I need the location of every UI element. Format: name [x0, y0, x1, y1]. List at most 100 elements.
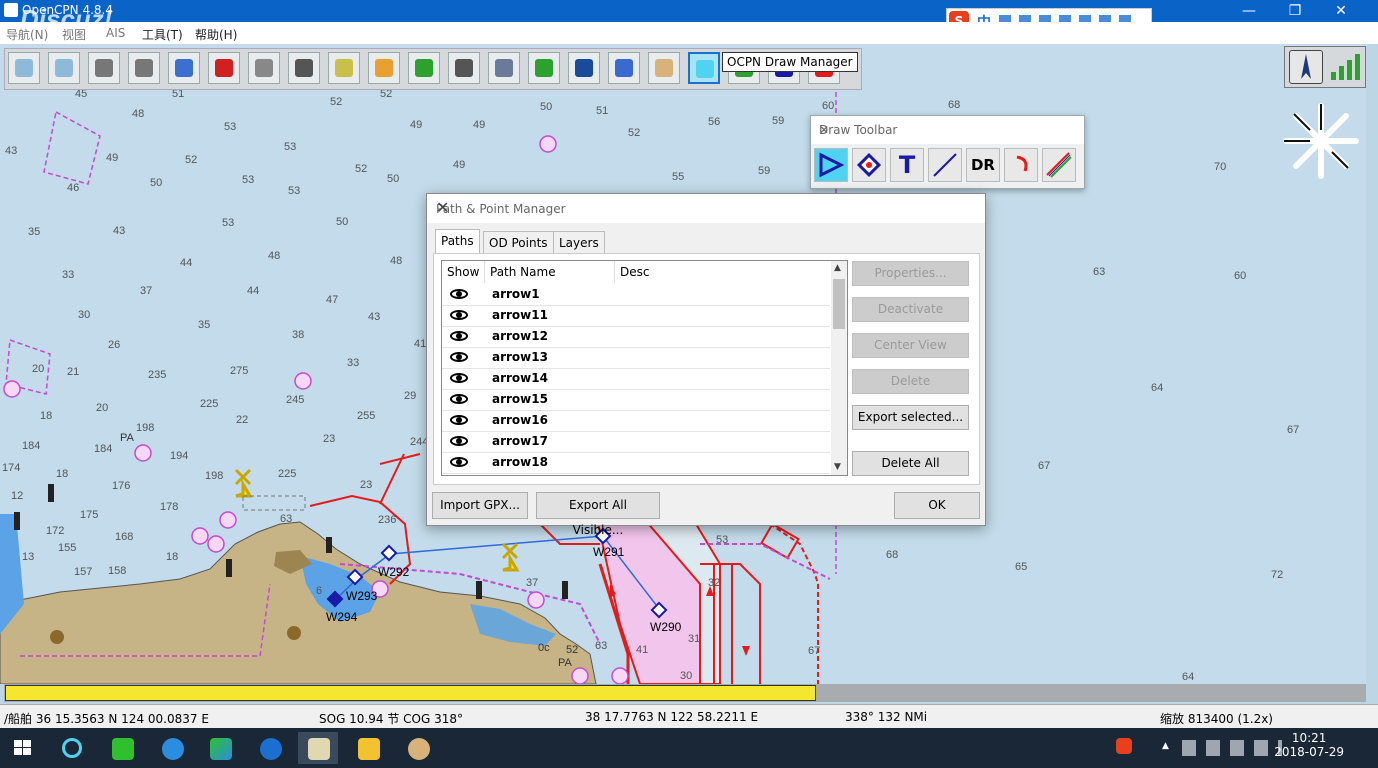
- eye-icon[interactable]: [450, 394, 468, 404]
- scroll-thumb[interactable]: [833, 279, 845, 329]
- zoom-in-icon: [15, 59, 33, 77]
- tab-paths[interactable]: Paths: [435, 229, 480, 255]
- life-ring-button[interactable]: [648, 52, 680, 84]
- draw-manager-button[interactable]: [688, 52, 720, 84]
- waypoint-w292[interactable]: W292: [378, 565, 409, 579]
- menu-navigate[interactable]: 导航(N): [6, 26, 48, 43]
- start-button[interactable]: [2, 732, 42, 764]
- waypoint-w294[interactable]: W294: [326, 610, 357, 624]
- scroll-up-icon[interactable]: ▲: [834, 263, 841, 273]
- path-row[interactable]: arrow16: [442, 410, 830, 432]
- path-row[interactable]: arrow1: [442, 284, 830, 306]
- opencpn-icon: [308, 738, 330, 760]
- taskbar-paint[interactable]: [398, 732, 438, 764]
- column-show[interactable]: Show: [442, 261, 485, 283]
- close-button[interactable]: ✕: [1318, 0, 1364, 22]
- path-row[interactable]: arrow17: [442, 431, 830, 453]
- draw-line-button[interactable]: [928, 148, 962, 182]
- route-button[interactable]: [168, 52, 200, 84]
- taskbar-sogou[interactable]: [250, 732, 290, 764]
- waypoint-w290[interactable]: W290: [650, 620, 681, 634]
- draw-toolbar-close-button[interactable]: ✕: [819, 123, 1076, 137]
- draw-toolbar-header[interactable]: Draw Toolbar ✕: [811, 116, 1084, 144]
- maximize-button[interactable]: ❐: [1272, 0, 1318, 22]
- path-row[interactable]: arrow12: [442, 326, 830, 348]
- list-scrollbar[interactable]: ▲ ▼: [831, 261, 847, 475]
- path-row[interactable]: arrow14: [442, 368, 830, 390]
- menu-view[interactable]: 视图: [62, 26, 86, 43]
- taskbar-search[interactable]: [52, 732, 92, 764]
- draw-dr-button[interactable]: DR: [966, 148, 1000, 182]
- taskbar-iqiyi[interactable]: [102, 732, 142, 764]
- help-button[interactable]: [608, 52, 640, 84]
- taskbar-ie[interactable]: [152, 732, 192, 764]
- eye-icon[interactable]: [450, 436, 468, 446]
- export-selected-button[interactable]: Export selected...: [852, 405, 969, 430]
- export-all-visible-button[interactable]: Export All Visible...: [536, 492, 660, 537]
- scale-out-button[interactable]: [128, 52, 160, 84]
- column-desc[interactable]: Desc: [615, 261, 820, 283]
- eye-icon[interactable]: [450, 331, 468, 341]
- properties-button[interactable]: Properties...: [852, 261, 969, 286]
- taskbar-opencpn[interactable]: [298, 732, 338, 764]
- chart-quilting-button[interactable]: [568, 52, 600, 84]
- measure-button[interactable]: [248, 52, 280, 84]
- path-row[interactable]: arrow11: [442, 305, 830, 327]
- depth-sounding: 49: [106, 152, 119, 164]
- draw-arc-button[interactable]: [1004, 148, 1038, 182]
- eye-icon[interactable]: [450, 415, 468, 425]
- waypoint-w291[interactable]: W291: [593, 545, 624, 559]
- eye-icon[interactable]: [450, 310, 468, 320]
- zoom-out-button[interactable]: [48, 52, 80, 84]
- track-button[interactable]: [208, 52, 240, 84]
- delete-all-button[interactable]: Delete All: [852, 451, 969, 476]
- taskbar-media-player[interactable]: [200, 732, 240, 764]
- eye-icon[interactable]: [450, 289, 468, 299]
- clock[interactable]: 10:21 2018-07-29: [1274, 731, 1344, 759]
- dialog-close-button[interactable]: ✕: [436, 198, 975, 217]
- menu-tools[interactable]: 工具(T): [142, 26, 183, 43]
- draw-text-button[interactable]: T: [890, 148, 924, 182]
- tab-od-points[interactable]: OD Points: [483, 231, 554, 254]
- ais-button[interactable]: [528, 52, 560, 84]
- print-button[interactable]: [448, 52, 480, 84]
- delete-button[interactable]: Delete: [852, 369, 969, 394]
- waypoint-w293[interactable]: W293: [346, 589, 377, 603]
- column-path-name[interactable]: Path Name: [485, 261, 615, 283]
- dialog-header[interactable]: Path & Point Manager ✕: [427, 194, 985, 223]
- import-gpx-button[interactable]: Import GPX...: [432, 492, 528, 519]
- guard-zone-icon: [1046, 152, 1072, 178]
- taskbar-file-explorer[interactable]: [348, 732, 388, 764]
- paths-list[interactable]: Show Path Name Desc arrow1 arrow11 arrow12…: [441, 260, 848, 476]
- settings-button[interactable]: [488, 52, 520, 84]
- menu-ais[interactable]: AIS: [106, 26, 125, 40]
- waypoint-button[interactable]: [368, 52, 400, 84]
- eye-icon[interactable]: [450, 352, 468, 362]
- path-row[interactable]: arrow13: [442, 347, 830, 369]
- menu-help[interactable]: 帮助(H): [195, 26, 237, 43]
- tide-button[interactable]: [408, 52, 440, 84]
- scroll-down-icon[interactable]: ▼: [834, 462, 841, 472]
- path-row[interactable]: arrow15: [442, 389, 830, 411]
- draw-guard-zone-button[interactable]: [1042, 148, 1076, 182]
- depth-sounding: 174: [2, 462, 21, 474]
- depth-sounding: 47: [326, 294, 339, 306]
- tray-expand-icon[interactable]: ▲: [1162, 741, 1169, 751]
- zoom-in-button[interactable]: [8, 52, 40, 84]
- tab-layers[interactable]: Layers: [553, 231, 605, 254]
- mark-button[interactable]: [328, 52, 360, 84]
- path-row[interactable]: arrow18: [442, 452, 830, 474]
- compass-icon[interactable]: [1289, 50, 1323, 84]
- scale-in-button[interactable]: [88, 52, 120, 84]
- eye-icon[interactable]: [450, 373, 468, 383]
- ok-button[interactable]: OK: [894, 492, 980, 519]
- draw-path-button[interactable]: [814, 148, 848, 182]
- minimize-button[interactable]: —: [1226, 0, 1272, 22]
- draw-point-button[interactable]: [852, 148, 886, 182]
- eye-icon[interactable]: [450, 457, 468, 467]
- center-view-button[interactable]: Center View: [852, 333, 969, 358]
- tray-sogou[interactable]: [1114, 732, 1136, 764]
- text-button[interactable]: [288, 52, 320, 84]
- deactivate-button[interactable]: Deactivate: [852, 297, 969, 322]
- tray-icons[interactable]: [1182, 740, 1282, 756]
